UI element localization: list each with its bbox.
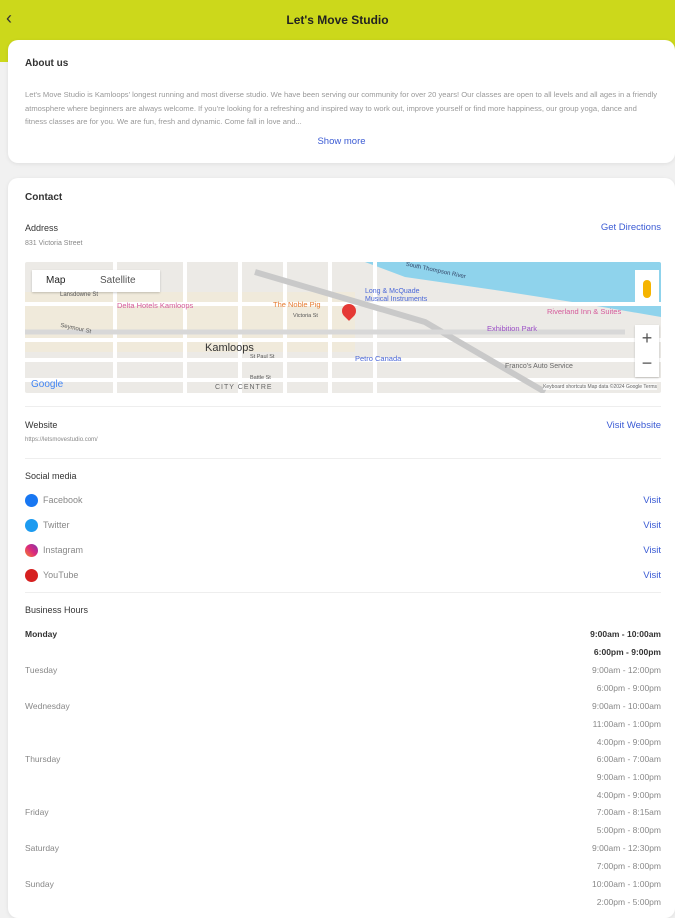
social-name: YouTube bbox=[43, 570, 79, 580]
instagram-icon bbox=[25, 544, 38, 557]
time-range: 2:00pm - 5:00pm bbox=[596, 896, 661, 907]
social-name: Instagram bbox=[43, 545, 84, 555]
time-range: 10:00am - 1:00pm bbox=[592, 879, 661, 889]
time-range: 9:00am - 1:00pm bbox=[596, 771, 661, 782]
facebook-icon bbox=[25, 494, 38, 507]
map-label: CITY CENTRE bbox=[215, 384, 273, 391]
time-range: 9:00am - 12:00pm bbox=[592, 665, 661, 675]
website-url: https://letsmovestudio.com/ bbox=[25, 437, 98, 443]
map-label: The Noble Pig bbox=[273, 300, 321, 309]
map-label: Lansdowne St bbox=[60, 292, 99, 298]
day-name: Wednesday bbox=[25, 701, 70, 711]
map-label: Battle St bbox=[250, 375, 271, 381]
about-card: About us Let's Move Studio is Kamloops' … bbox=[8, 40, 675, 163]
time-range: 4:00pm - 9:00pm bbox=[596, 736, 661, 747]
about-text: Let's Move Studio is Kamloops' longest r… bbox=[25, 90, 658, 126]
time-ranges: 6:00am - 7:00am 9:00am - 1:00pm 4:00pm - 9… bbox=[597, 754, 661, 807]
page-title: Let's Move Studio bbox=[286, 13, 389, 27]
time-ranges: 7:00am - 8:15am 5:00pm - 8:00pm bbox=[597, 807, 661, 843]
day-name: Monday bbox=[25, 629, 58, 639]
time-range: 9:00am - 12:30pm bbox=[592, 843, 661, 853]
map-label: Franco's Auto Service bbox=[505, 363, 573, 370]
about-heading: About us bbox=[25, 58, 69, 69]
visit-facebook-link[interactable]: Visit bbox=[643, 495, 661, 506]
visit-instagram-link[interactable]: Visit bbox=[643, 545, 661, 556]
social-name: Twitter bbox=[43, 520, 70, 530]
time-range: 7:00pm - 8:00pm bbox=[596, 860, 661, 871]
divider bbox=[25, 406, 661, 407]
satellite-tab[interactable]: Satellite bbox=[100, 275, 136, 286]
map-footer: Keyboard shortcuts Map data ©2024 Google… bbox=[543, 384, 657, 390]
social-heading: Social media bbox=[25, 471, 77, 481]
street-view-pegman-icon[interactable] bbox=[635, 270, 659, 306]
google-logo: Google bbox=[31, 379, 64, 390]
get-directions-link[interactable]: Get Directions bbox=[601, 222, 661, 233]
map-label: Victoria St bbox=[293, 313, 318, 319]
day-name: Saturday bbox=[25, 843, 60, 853]
contact-heading: Contact bbox=[25, 192, 63, 203]
map-tab[interactable]: Map bbox=[46, 275, 65, 286]
visit-website-link[interactable]: Visit Website bbox=[606, 420, 661, 431]
zoom-controls: + − bbox=[635, 325, 659, 377]
time-range: 6:00pm - 9:00pm bbox=[596, 682, 661, 693]
map-label: St Paul St bbox=[250, 354, 275, 360]
time-ranges: 9:00am - 12:30pm 7:00pm - 8:00pm bbox=[592, 843, 661, 879]
hours-heading: Business Hours bbox=[25, 605, 89, 615]
social-item-facebook: Facebook Visit bbox=[25, 494, 661, 508]
map-label: Delta Hotels Kamloops bbox=[117, 301, 194, 310]
contact-card: Contact Address 831 Victoria Street Get … bbox=[8, 178, 675, 918]
time-ranges: 9:00am - 10:00am 11:00am - 1:00pm 4:00pm -… bbox=[592, 701, 661, 754]
time-range: 5:00pm - 8:00pm bbox=[596, 824, 661, 835]
map-label: Long & McQuade Musical Instruments bbox=[365, 288, 428, 303]
social-item-youtube: YouTube Visit bbox=[25, 569, 661, 583]
address-label: Address bbox=[25, 223, 59, 233]
time-range: 9:00am - 10:00am bbox=[592, 701, 661, 711]
time-range: 4:00pm - 9:00pm bbox=[596, 789, 661, 800]
time-range: 6:00am - 7:00am bbox=[596, 754, 661, 764]
time-range: 11:00am - 1:00pm bbox=[592, 718, 661, 729]
divider bbox=[25, 592, 661, 593]
day-name: Sunday bbox=[25, 879, 54, 889]
zoom-in-button[interactable]: + bbox=[635, 325, 659, 351]
social-name: Facebook bbox=[43, 495, 83, 505]
visit-youtube-link[interactable]: Visit bbox=[643, 570, 661, 581]
time-ranges: 10:00am - 1:00pm 2:00pm - 5:00pm bbox=[592, 879, 661, 915]
youtube-icon bbox=[25, 569, 38, 582]
divider bbox=[25, 458, 661, 459]
map-label: Riverland Inn & Suites bbox=[547, 307, 622, 316]
map[interactable]: Map Satellite Kamloops CITY CENTRE South… bbox=[25, 262, 661, 393]
twitter-icon bbox=[25, 519, 38, 532]
map-label: Petro Canada bbox=[355, 354, 402, 363]
time-ranges: 9:00am - 12:00pm 6:00pm - 9:00pm bbox=[592, 665, 661, 701]
time-range: 6:00pm - 9:00pm bbox=[593, 646, 661, 657]
social-item-twitter: Twitter Visit bbox=[25, 519, 661, 533]
social-item-instagram: Instagram Visit bbox=[25, 544, 661, 558]
day-name: Tuesday bbox=[25, 665, 58, 675]
show-more-link[interactable]: Show more bbox=[8, 136, 675, 147]
time-ranges: 9:00am - 10:00am 6:00pm - 9:00pm bbox=[590, 629, 661, 665]
day-name: Friday bbox=[25, 807, 49, 817]
zoom-out-button[interactable]: − bbox=[635, 351, 659, 377]
map-type-control: Map Satellite bbox=[32, 270, 160, 292]
time-range: 7:00am - 8:15am bbox=[596, 807, 661, 817]
day-name: Thursday bbox=[25, 754, 61, 764]
website-label: Website bbox=[25, 420, 58, 430]
map-label: Exhibition Park bbox=[487, 324, 538, 333]
address-value: 831 Victoria Street bbox=[25, 240, 83, 247]
visit-twitter-link[interactable]: Visit bbox=[643, 520, 661, 531]
time-range: 9:00am - 10:00am bbox=[590, 629, 661, 639]
map-label: Kamloops bbox=[205, 342, 254, 354]
